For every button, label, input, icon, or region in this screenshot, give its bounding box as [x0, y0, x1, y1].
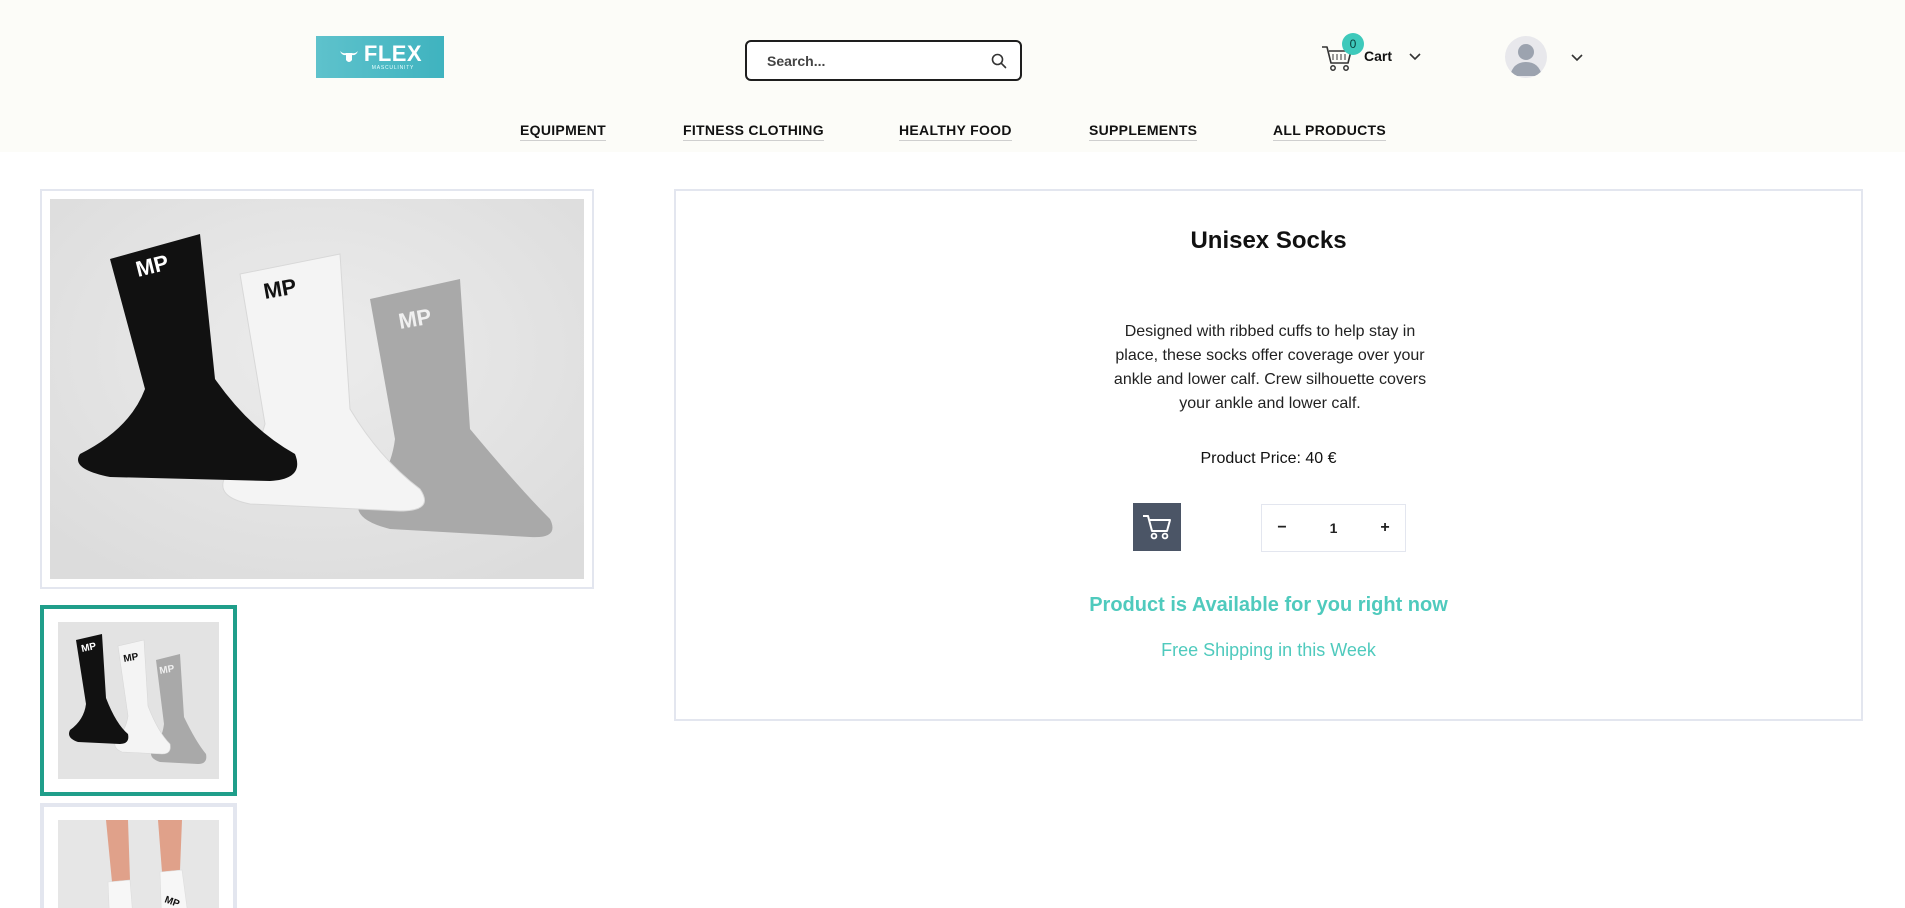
product-description: Designed with ribbed cuffs to help stay … — [1113, 323, 1427, 412]
logo-title: FLEX — [363, 41, 423, 66]
brand-logo[interactable]: FLEX MASCULINITY — [316, 36, 444, 78]
socks-image: MP MP MP — [50, 199, 584, 579]
socks-thumbnail-image: MP MP MP — [58, 622, 219, 779]
product-price: Product Price: 40 € — [1200, 450, 1337, 467]
site-header: FLEX MASCULINITY 0 Car — [0, 0, 1905, 152]
user-avatar-icon[interactable] — [1505, 36, 1547, 78]
cart-count-badge: 0 — [1342, 33, 1364, 55]
nav-item-all-products[interactable]: ALL PRODUCTS — [1273, 122, 1387, 141]
bull-logo-icon — [338, 48, 360, 66]
nav-item-equipment[interactable]: EQUIPMENT — [520, 122, 606, 141]
logo-subtitle: MASCULINITY — [371, 65, 415, 71]
quantity-value[interactable]: 1 — [1302, 520, 1365, 536]
shopping-cart-icon[interactable]: 0 — [1320, 33, 1364, 73]
thumbnail-1[interactable]: MP MP MP — [40, 605, 237, 796]
search-bar — [745, 40, 1022, 81]
shipping-info: Free Shipping in this Week — [1161, 640, 1376, 660]
decrement-button[interactable]: − — [1262, 505, 1302, 551]
main-product-image: MP MP MP — [40, 189, 594, 589]
main-nav: EQUIPMENT FITNESS CLOTHING HEALTHY FOOD … — [0, 122, 1905, 146]
increment-button[interactable]: + — [1365, 505, 1405, 551]
product-details-panel: Unisex Socks Designed with ribbed cuffs … — [674, 189, 1863, 721]
chevron-down-icon[interactable] — [1570, 50, 1584, 64]
search-input[interactable] — [767, 52, 990, 69]
nav-item-healthy-food[interactable]: HEALTHY FOOD — [899, 122, 1012, 141]
nav-item-supplements[interactable]: SUPPLEMENTS — [1089, 122, 1198, 141]
thumbnail-2[interactable]: MP — [40, 803, 237, 908]
shopping-cart-icon — [1140, 509, 1174, 546]
cart-label[interactable]: Cart — [1364, 48, 1392, 64]
product-title: Unisex Socks — [1190, 227, 1347, 254]
search-icon[interactable] — [990, 52, 1008, 70]
cart-menu[interactable]: 0 Cart — [1320, 33, 1422, 74]
add-to-cart-button[interactable] — [1133, 503, 1181, 551]
availability-status: Product is Available for you right now — [1089, 594, 1448, 616]
quantity-stepper: − 1 + — [1261, 504, 1406, 552]
socks-on-feet-thumbnail-image: MP — [58, 820, 219, 908]
chevron-down-icon[interactable] — [1408, 49, 1422, 63]
nav-item-fitness-clothing[interactable]: FITNESS CLOTHING — [683, 122, 824, 141]
